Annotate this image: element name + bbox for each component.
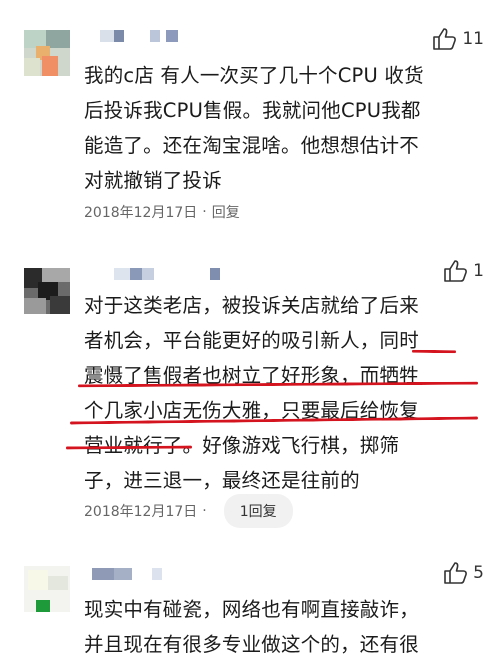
text-line: 后投诉我CPU售假。我就问他CPU我都 [84,99,421,122]
like-button[interactable]: 11 [432,26,484,52]
like-count: 11 [462,29,484,49]
text-line: 对就撤销了投诉 [84,169,222,192]
like-count: 1 [473,261,484,281]
comment-meta: 2018年12月17日 · 回复 [84,202,240,222]
text-line: 我的c店 有人一次买了几十个CPU 收货 [84,64,424,87]
username-blurred[interactable] [92,568,202,582]
thumbs-up-icon [433,28,457,50]
comment-date: 2018年12月17日 [84,504,198,520]
reply-link[interactable]: 回复 [212,202,240,222]
comment-meta: 2018年12月17日 · 1回复 [84,494,293,528]
comment-text: 对于这类老店，被投诉关店就给了后来 者机会，平台能更好的吸引新人，同时 震慑了售… [84,288,484,498]
red-underline-annotation [411,349,457,354]
comment-text: 现实中有碰瓷，网络也有啊直接敲诈， 并且现在有很多专业做这个的，还有很 [84,592,484,662]
text-line: 对于这类老店，被投诉关店就给了后来 [84,294,419,317]
replies-button[interactable]: 1回复 [223,494,293,528]
like-button[interactable]: 5 [443,560,484,586]
text-line: 并且现在有很多专业做这个的，还有很 [84,633,419,656]
thumbs-up-icon [444,260,468,282]
username-blurred[interactable] [92,30,202,44]
avatar[interactable] [24,268,70,314]
meta-separator: · [202,204,207,220]
comment-text: 我的c店 有人一次买了几十个CPU 收货 后投诉我CPU售假。我就问他CPU我都… [84,58,484,198]
username-blurred[interactable] [92,268,232,282]
text-line: 震慑了售假者也树立了好形象，而牺牲 [84,364,419,387]
comment-date: 2018年12月17日 [84,205,198,221]
avatar[interactable] [24,566,70,612]
meta-separator: · [202,503,207,519]
text-line: 子，进三退一，最终还是往前的 [84,469,360,492]
text-line: 现实中有碰瓷，网络也有啊直接敲诈， [84,598,419,621]
thumbs-up-icon [444,562,468,584]
text-line: 能造了。还在淘宝混啥。他想想估计不 [84,134,419,157]
like-count: 5 [473,563,484,583]
like-button[interactable]: 1 [443,258,484,284]
avatar[interactable] [24,30,70,76]
